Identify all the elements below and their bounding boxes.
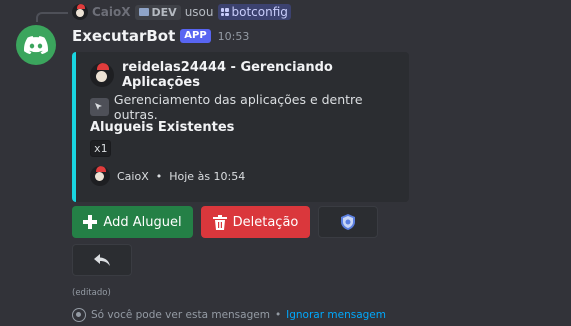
reply-arrow-icon	[94, 254, 110, 266]
reply-context[interactable]: CaioX DEV usou botconfig	[72, 3, 291, 21]
edited-indicator: (editado)	[72, 288, 111, 298]
eye-icon	[72, 308, 86, 322]
dismiss-message-link[interactable]: Ignorar mensagem	[286, 309, 386, 321]
dev-tag-badge: DEV	[134, 4, 181, 20]
app-badge: APP	[180, 29, 211, 43]
server-tag-icon	[138, 8, 149, 16]
embed-description-text: Gerenciamento das aplicações e dentre ou…	[113, 92, 363, 122]
shield-gear-icon	[341, 214, 355, 230]
reply-spine	[36, 12, 68, 22]
ephemeral-notice: Só você pode ver esta mensagem • Ignorar…	[72, 308, 386, 322]
bot-username[interactable]: ExecutarBot	[72, 27, 175, 45]
embed-field-name: Alugueis Existentes	[90, 120, 235, 135]
bot-avatar[interactable]	[16, 25, 56, 65]
embed-author-name: reidelas24444 - Gerenciando Aplicações	[122, 60, 333, 90]
add-aluguel-label: Add Aluguel	[103, 214, 182, 230]
dev-tag-label: DEV	[151, 5, 177, 19]
embed-footer-separator: •	[155, 169, 163, 183]
slash-command-icon	[220, 8, 229, 16]
command-name: botconfig	[231, 5, 288, 19]
reply-username[interactable]: CaioX	[92, 5, 131, 19]
add-aluguel-button[interactable]: Add Aluguel	[72, 206, 193, 238]
embed-footer-user: CaioX	[117, 169, 149, 183]
reply-user-avatar[interactable]	[72, 4, 88, 20]
delete-label: Deletação	[232, 214, 299, 230]
ephemeral-text: Só você pode ver esta mensagem	[91, 309, 270, 321]
delete-button[interactable]: Deletação	[201, 206, 310, 238]
embed-footer-time: Hoje às 10:54	[169, 169, 246, 183]
message-header: ExecutarBot APP 10:53	[72, 26, 249, 46]
embed-author: reidelas24444 - Gerenciando Aplicações	[90, 60, 409, 90]
command-mention[interactable]: botconfig	[217, 4, 291, 20]
plus-icon	[83, 215, 98, 229]
ephemeral-separator: •	[274, 309, 282, 321]
embed-footer: CaioX • Hoje às 10:54	[90, 166, 245, 186]
trash-icon	[212, 214, 227, 230]
embed-card: reidelas24444 - Gerenciando Aplicações G…	[72, 52, 409, 202]
embed-field-value: x1	[90, 140, 112, 157]
back-button[interactable]	[72, 244, 132, 276]
embed-description: Gerenciamento das aplicações e dentre ou…	[90, 92, 409, 122]
discord-logo-icon	[24, 36, 48, 54]
embed-author-avatar	[90, 63, 114, 87]
pointer-emoji-icon	[90, 98, 109, 116]
config-button[interactable]	[318, 206, 378, 238]
reply-action-text: usou	[184, 5, 214, 19]
embed-footer-avatar	[90, 166, 110, 186]
message-timestamp[interactable]: 10:53	[218, 30, 250, 43]
